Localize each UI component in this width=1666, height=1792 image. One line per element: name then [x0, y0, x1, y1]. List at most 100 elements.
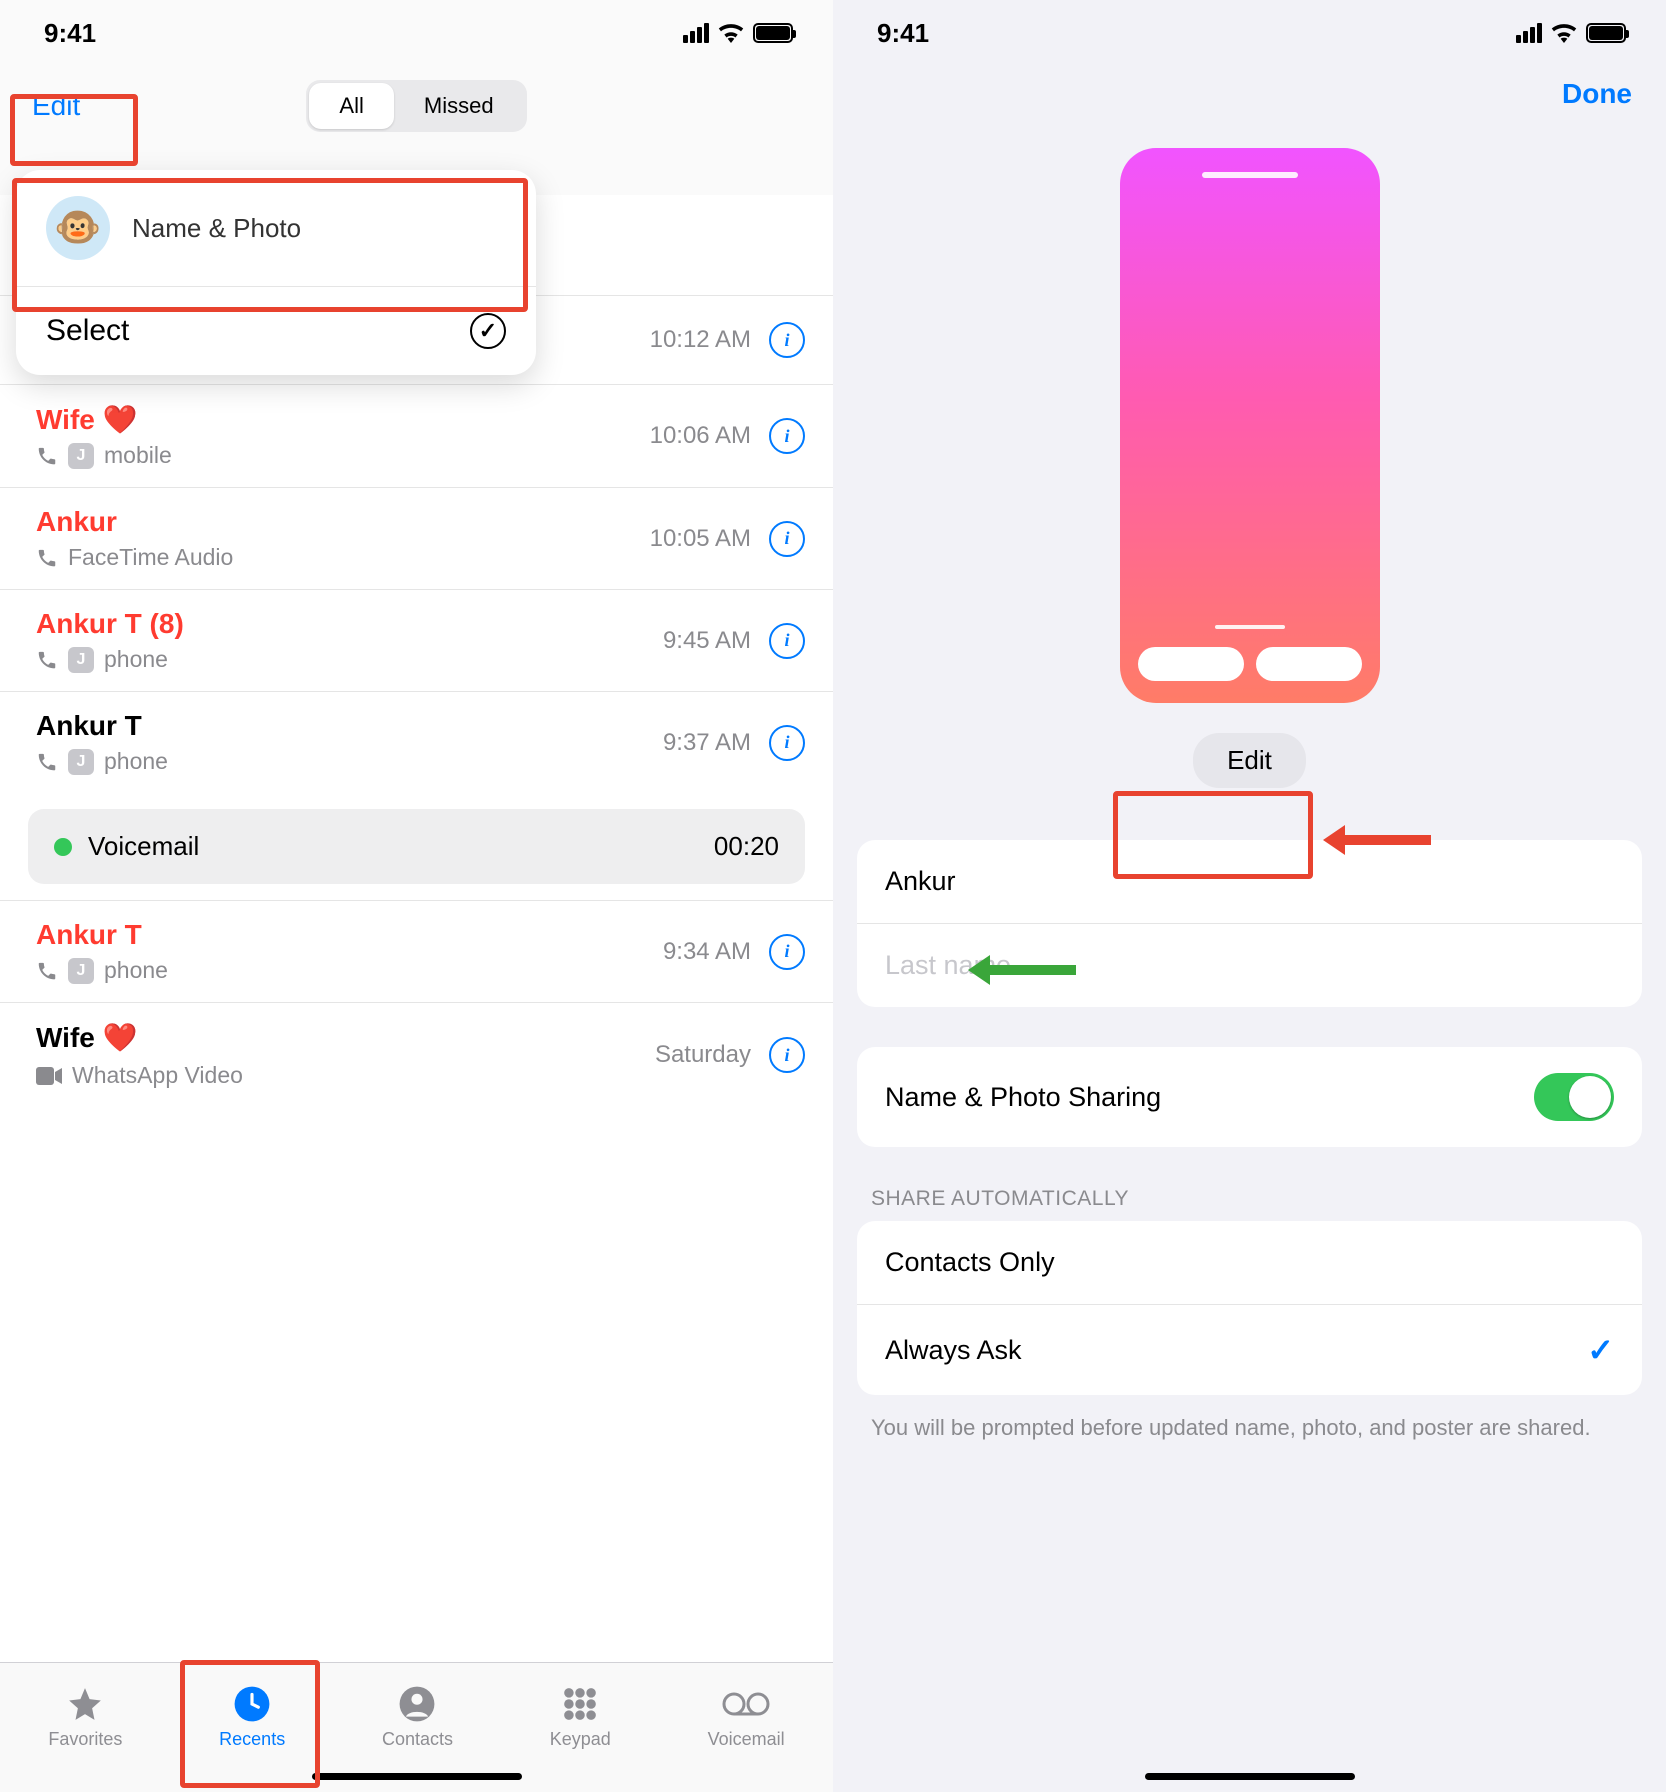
call-row[interactable]: Ankur FaceTime Audio 10:05 AM i: [0, 488, 833, 590]
menu-select[interactable]: Select: [16, 287, 536, 375]
call-time: 10:05 AM: [650, 525, 751, 553]
app-badge: J: [68, 749, 94, 775]
tab-recents[interactable]: Recents: [219, 1685, 285, 1750]
contact-poster-section: Edit: [833, 148, 1666, 788]
call-source: WhatsApp Video: [72, 1062, 243, 1089]
share-mode-group: Contacts Only Always Ask: [857, 1221, 1642, 1395]
call-time: 9:37 AM: [663, 729, 751, 757]
voicemail-icon: [722, 1685, 770, 1723]
info-icon[interactable]: i: [769, 934, 805, 970]
contacts-only-option[interactable]: Contacts Only: [857, 1221, 1642, 1304]
contact-avatar: 🐵: [46, 196, 110, 260]
info-icon[interactable]: i: [769, 725, 805, 761]
voicemail-card[interactable]: Voicemail 00:20: [28, 809, 805, 884]
segment-missed[interactable]: Missed: [394, 83, 524, 129]
sharing-toggle-group: Name & Photo Sharing: [857, 1047, 1642, 1147]
status-icons: [683, 23, 793, 43]
annotation-arrow-red: [1323, 825, 1431, 855]
wifi-icon: [1550, 23, 1578, 43]
status-bar: 9:41: [0, 0, 833, 66]
call-row[interactable]: Wife ❤️ WhatsApp Video Saturday i: [0, 1003, 833, 1107]
recents-list[interactable]: 10:12 AM i Wife ❤️ J mobile 10:06 AM i A…: [0, 195, 833, 1662]
first-name-field[interactable]: Ankur: [857, 840, 1642, 923]
tab-label: Voicemail: [708, 1729, 785, 1750]
info-icon[interactable]: i: [769, 322, 805, 358]
call-name: Ankur T: [36, 710, 663, 742]
recents-screen: 9:41 Edit All Missed 10:12 AM i Wife ❤️: [0, 0, 833, 1792]
call-time: 9:34 AM: [663, 938, 751, 966]
info-icon[interactable]: i: [769, 1037, 805, 1073]
call-time: 10:06 AM: [650, 422, 751, 450]
tab-contacts[interactable]: Contacts: [382, 1685, 453, 1750]
call-name: Ankur: [36, 506, 650, 538]
cellular-icon: [1516, 23, 1542, 43]
memoji-icon: 🐵: [54, 206, 101, 250]
call-name: Ankur T (8): [36, 608, 663, 640]
call-name: Wife ❤️: [36, 403, 650, 436]
edit-button[interactable]: Edit: [26, 78, 100, 134]
info-icon[interactable]: i: [769, 623, 805, 659]
annotation-arrow-green: [968, 955, 1076, 985]
menu-name-and-photo[interactable]: 🐵 Name & Photo: [16, 170, 536, 287]
tab-label: Keypad: [550, 1729, 611, 1750]
phone-incoming-icon: [36, 649, 58, 671]
always-ask-option[interactable]: Always Ask: [857, 1304, 1642, 1395]
info-icon[interactable]: i: [769, 418, 805, 454]
sharing-label: Name & Photo Sharing: [885, 1082, 1161, 1113]
phone-incoming-icon: [36, 547, 58, 569]
battery-icon: [1586, 23, 1626, 43]
tab-favorites[interactable]: Favorites: [48, 1685, 122, 1750]
call-source: mobile: [104, 442, 172, 469]
wifi-icon: [717, 23, 745, 43]
first-name-value: Ankur: [885, 866, 956, 897]
option-label: Always Ask: [885, 1335, 1022, 1366]
cellular-icon: [683, 23, 709, 43]
name-photo-sharing-row[interactable]: Name & Photo Sharing: [857, 1047, 1642, 1147]
tab-voicemail[interactable]: Voicemail: [708, 1685, 785, 1750]
option-label: Contacts Only: [885, 1247, 1055, 1278]
call-row[interactable]: Ankur T J phone 9:34 AM i: [0, 901, 833, 1003]
status-time: 9:41: [877, 18, 929, 49]
info-icon[interactable]: i: [769, 521, 805, 557]
call-time: 10:12 AM: [650, 326, 751, 354]
filter-segmented-control[interactable]: All Missed: [306, 80, 526, 132]
call-subtitle: FaceTime Audio: [36, 544, 650, 571]
voicemail-duration: 00:20: [714, 831, 779, 862]
menu-label: Name & Photo: [132, 213, 301, 244]
share-footnote: You will be prompted before updated name…: [871, 1413, 1628, 1444]
call-subtitle: J mobile: [36, 442, 650, 469]
status-bar: 9:41: [833, 0, 1666, 66]
share-automatically-header: SHARE AUTOMATICALLY: [871, 1187, 1642, 1211]
status-icons: [1516, 23, 1626, 43]
clock-icon: [233, 1685, 271, 1723]
nav-bar: Done: [833, 66, 1666, 122]
segment-all[interactable]: All: [309, 83, 393, 129]
tab-keypad[interactable]: Keypad: [550, 1685, 611, 1750]
nav-bar: Edit All Missed: [0, 66, 833, 146]
phone-incoming-icon: [36, 751, 58, 773]
sharing-toggle[interactable]: [1534, 1073, 1614, 1121]
call-row[interactable]: Ankur T J phone 9:37 AM i: [0, 692, 833, 793]
phone-incoming-icon: [36, 445, 58, 467]
poster-edit-button[interactable]: Edit: [1193, 733, 1306, 788]
contact-poster-preview[interactable]: [1120, 148, 1380, 703]
call-row[interactable]: Ankur T (8) J phone 9:45 AM i: [0, 590, 833, 692]
call-subtitle: J phone: [36, 748, 663, 775]
call-time: 9:45 AM: [663, 627, 751, 655]
tab-label: Contacts: [382, 1729, 453, 1750]
call-row[interactable]: Wife ❤️ J mobile 10:06 AM i: [0, 385, 833, 488]
menu-label: Select: [46, 314, 129, 348]
home-indicator: [312, 1773, 522, 1780]
done-button[interactable]: Done: [1562, 78, 1632, 110]
app-badge: J: [68, 443, 94, 469]
call-source: phone: [104, 646, 168, 673]
app-badge: J: [68, 647, 94, 673]
call-name: Ankur T: [36, 919, 663, 951]
phone-incoming-icon: [36, 960, 58, 982]
battery-icon: [753, 23, 793, 43]
tab-label: Recents: [219, 1729, 285, 1750]
person-icon: [398, 1685, 436, 1723]
tab-label: Favorites: [48, 1729, 122, 1750]
star-icon: [66, 1685, 104, 1723]
call-source: phone: [104, 748, 168, 775]
